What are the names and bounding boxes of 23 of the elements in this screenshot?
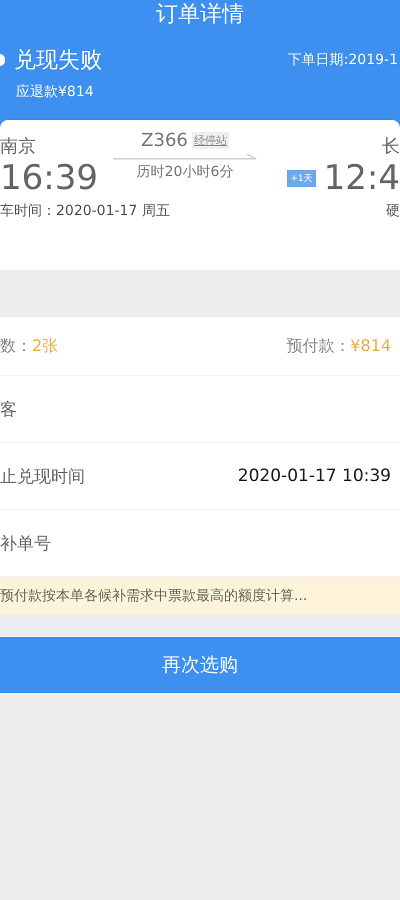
row-label: 客 — [0, 398, 17, 420]
page-title: 订单详情 — [155, 1, 245, 29]
summary-text: 预付款：¥814 — [286, 336, 391, 356]
stops-link[interactable]: 经停站 — [192, 132, 229, 149]
refund-amount: 应退款¥814 — [16, 83, 95, 101]
rebuy-button[interactable]: 再次选购 — [0, 637, 400, 693]
row-label: 补单号 — [0, 532, 51, 554]
arrival-station: 长 — [382, 135, 400, 158]
train-number: Z366 — [141, 130, 188, 151]
row-label: 止兑现时间 — [0, 466, 85, 488]
travel-duration: 历时20小时6分 — [136, 163, 234, 181]
arrival-time: 12:4 — [324, 158, 400, 198]
boarding-date: 车时间：2020-01-17 周五 — [0, 202, 170, 221]
row-value: 2020-01-17 10:39 — [238, 466, 391, 486]
departure-time: 16:39 — [0, 158, 99, 198]
status-icon — [0, 54, 5, 66]
departure-station: 南京 — [0, 135, 37, 158]
summary-text: 数：2张 — [0, 336, 58, 356]
next-day-badge: +1天 — [287, 170, 316, 186]
notice-banner: 预付款按本单各候补需求中票款最高的额度计算... — [0, 577, 400, 615]
order-date: 下单日期:2019-1 — [288, 51, 398, 69]
order-status: 兑现失败 — [14, 47, 103, 75]
seat-type: 硬 — [386, 202, 400, 221]
